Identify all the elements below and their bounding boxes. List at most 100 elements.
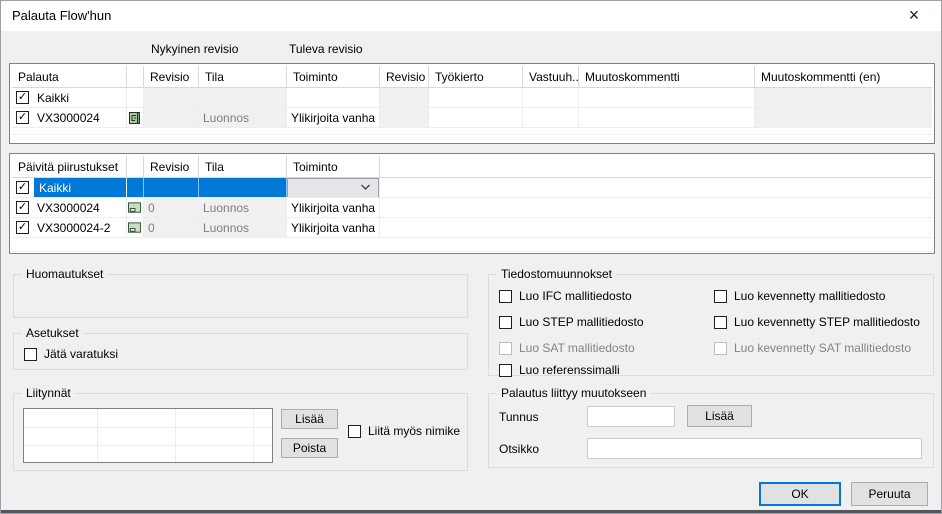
- table-row-selected[interactable]: ✓ Kaikki: [12, 178, 932, 198]
- settings-group: Asetukset Jätä varatuksi: [13, 333, 468, 370]
- tila-cell: Luonnos: [199, 198, 287, 217]
- filler-cell: [380, 218, 932, 237]
- cancel-button[interactable]: Peruuta: [851, 482, 928, 506]
- change-add-button[interactable]: Lisää: [687, 405, 752, 427]
- column-header-toiminto[interactable]: Toiminto: [287, 66, 380, 87]
- column-header-tila[interactable]: Tila: [199, 156, 287, 177]
- row-checkbox[interactable]: ✓: [16, 201, 29, 214]
- muutoskommentti-cell: [579, 108, 755, 127]
- toiminto-cell: Ylikirjoita vanha: [287, 108, 380, 127]
- column-header-paivita[interactable]: Päivitä piirustukset: [12, 156, 127, 177]
- step-model-option[interactable]: Luo STEP mallitiedosto: [499, 315, 644, 329]
- checkbox-label: Luo kevennetty mallitiedosto: [734, 289, 885, 303]
- tunnus-input[interactable]: [587, 406, 675, 427]
- keep-reserved-checkbox[interactable]: [24, 348, 37, 361]
- column-header-revisio-2[interactable]: Revisio: [380, 66, 429, 87]
- future-revision-label: Tuleva revisio: [289, 42, 363, 56]
- column-header-revisio[interactable]: Revisio: [144, 66, 199, 87]
- column-header-muutoskommentti-en[interactable]: Muutoskommentti (en): [755, 66, 932, 87]
- table-header-row: Palauta Revisio Tila Toiminto Revisio Ty…: [12, 66, 932, 88]
- light-model-option[interactable]: Luo kevennetty mallitiedosto: [714, 289, 885, 303]
- column-header-icon[interactable]: [127, 156, 144, 177]
- toiminto-cell: [287, 178, 380, 197]
- connections-list[interactable]: [23, 408, 273, 463]
- column-header-muutoskommentti[interactable]: Muutoskommentti: [579, 66, 755, 87]
- table-row[interactable]: ✓ VX3000024 0 Luonnos Ylikirjoita vanha: [12, 198, 932, 218]
- icon-cell: [127, 198, 144, 217]
- otsikko-input[interactable]: [587, 438, 922, 459]
- tila-cell: [199, 178, 287, 197]
- row-checkbox[interactable]: ✓: [16, 91, 29, 104]
- row-checkbox[interactable]: ✓: [16, 221, 29, 234]
- row-label: Kaikki: [37, 91, 69, 105]
- button-label: Lisää: [705, 409, 734, 423]
- column-header-toiminto[interactable]: Toiminto: [287, 156, 380, 177]
- column-header-revisio[interactable]: Revisio: [144, 156, 199, 177]
- keep-reserved-option[interactable]: Jätä varatuksi: [24, 347, 118, 361]
- row-label: VX3000024-2: [37, 221, 110, 235]
- table-row[interactable]: ✓ VX3000024 Luonnos Ylikirjoita vanha: [12, 108, 932, 128]
- revisio2-cell: [380, 88, 429, 107]
- name-cell: ✓ Kaikki: [12, 88, 127, 107]
- row-checkbox[interactable]: ✓: [16, 111, 29, 124]
- tila-cell: Luonnos: [199, 108, 287, 127]
- checkbox-label: Luo STEP mallitiedosto: [519, 315, 644, 329]
- grid-line: [97, 409, 98, 462]
- name-cell: ✓ VX3000024: [12, 108, 127, 127]
- icon-cell: [127, 218, 144, 237]
- ifc-model-checkbox[interactable]: [499, 290, 512, 303]
- chevron-down-icon: [360, 184, 371, 191]
- close-button[interactable]: ×: [892, 1, 936, 30]
- return-to-flow-dialog: Palauta Flow'hun × Nykyinen revisio Tule…: [0, 0, 942, 514]
- current-revision-label: Nykyinen revisio: [151, 42, 238, 56]
- revisio2-cell: [380, 108, 429, 127]
- empty-table-row: [12, 238, 932, 252]
- grid-line: [175, 409, 176, 462]
- column-header-vastuuhenkilo[interactable]: Vastuuh...: [523, 66, 579, 87]
- light-model-checkbox[interactable]: [714, 290, 727, 303]
- table-row[interactable]: ✓ Kaikki: [12, 88, 932, 108]
- ifc-model-option[interactable]: Luo IFC mallitiedosto: [499, 289, 632, 303]
- sat-model-option: Luo SAT mallitiedosto: [499, 341, 635, 355]
- column-header-palauta[interactable]: Palauta: [12, 66, 127, 87]
- reference-model-checkbox[interactable]: [499, 364, 512, 377]
- revisio-cell: 0: [144, 218, 199, 237]
- column-header-tila[interactable]: Tila: [199, 66, 287, 87]
- light-step-model-checkbox[interactable]: [714, 316, 727, 329]
- muutoskommentti-en-cell: [755, 108, 932, 127]
- light-step-model-option[interactable]: Luo kevennetty STEP mallitiedosto: [714, 315, 920, 329]
- dialog-title: Palauta Flow'hun: [12, 8, 111, 23]
- light-sat-model-checkbox: [714, 342, 727, 355]
- tunnus-label: Tunnus: [499, 410, 539, 424]
- toiminto-combobox[interactable]: [287, 178, 379, 197]
- revisio-cell: [144, 88, 199, 107]
- vastuuhenkilo-cell: [523, 88, 579, 107]
- column-header-icon[interactable]: [127, 66, 144, 87]
- change-link-group-label: Palautus liittyy muutokseen: [497, 386, 650, 400]
- button-label: Poista: [293, 441, 326, 455]
- table-row[interactable]: ✓ VX3000024-2 0 Luonnos Ylikirjoita vanh…: [12, 218, 932, 238]
- ok-button[interactable]: OK: [759, 482, 841, 506]
- checkbox-label: Luo kevennetty STEP mallitiedosto: [734, 315, 920, 329]
- connections-add-button[interactable]: Lisää: [281, 409, 338, 429]
- column-header-tyokierto[interactable]: Työkierto: [429, 66, 523, 87]
- check-icon: ✓: [18, 112, 27, 123]
- light-sat-model-option: Luo kevennetty SAT mallitiedosto: [714, 341, 911, 355]
- button-label: OK: [791, 487, 808, 501]
- attach-item-checkbox[interactable]: [348, 425, 361, 438]
- settings-group-label: Asetukset: [22, 326, 83, 340]
- step-model-checkbox[interactable]: [499, 316, 512, 329]
- file-conversions-group: Tiedostomuunnokset Luo IFC mallitiedosto…: [488, 274, 934, 376]
- sat-model-checkbox: [499, 342, 512, 355]
- attach-item-option[interactable]: Liitä myös nimike: [348, 424, 460, 438]
- notes-group: Huomautukset: [13, 274, 468, 318]
- notes-group-label: Huomautukset: [22, 267, 107, 281]
- drawing-sheet-icon: [128, 202, 142, 214]
- row-checkbox[interactable]: ✓: [16, 181, 29, 194]
- checkbox-label: Luo SAT mallitiedosto: [519, 341, 635, 355]
- toiminto-cell: Ylikirjoita vanha: [287, 218, 380, 237]
- file-conversions-group-label: Tiedostomuunnokset: [497, 267, 616, 281]
- muutoskommentti-en-cell: [755, 88, 932, 107]
- connections-remove-button[interactable]: Poista: [281, 438, 338, 458]
- reference-model-option[interactable]: Luo referenssimalli: [499, 363, 620, 377]
